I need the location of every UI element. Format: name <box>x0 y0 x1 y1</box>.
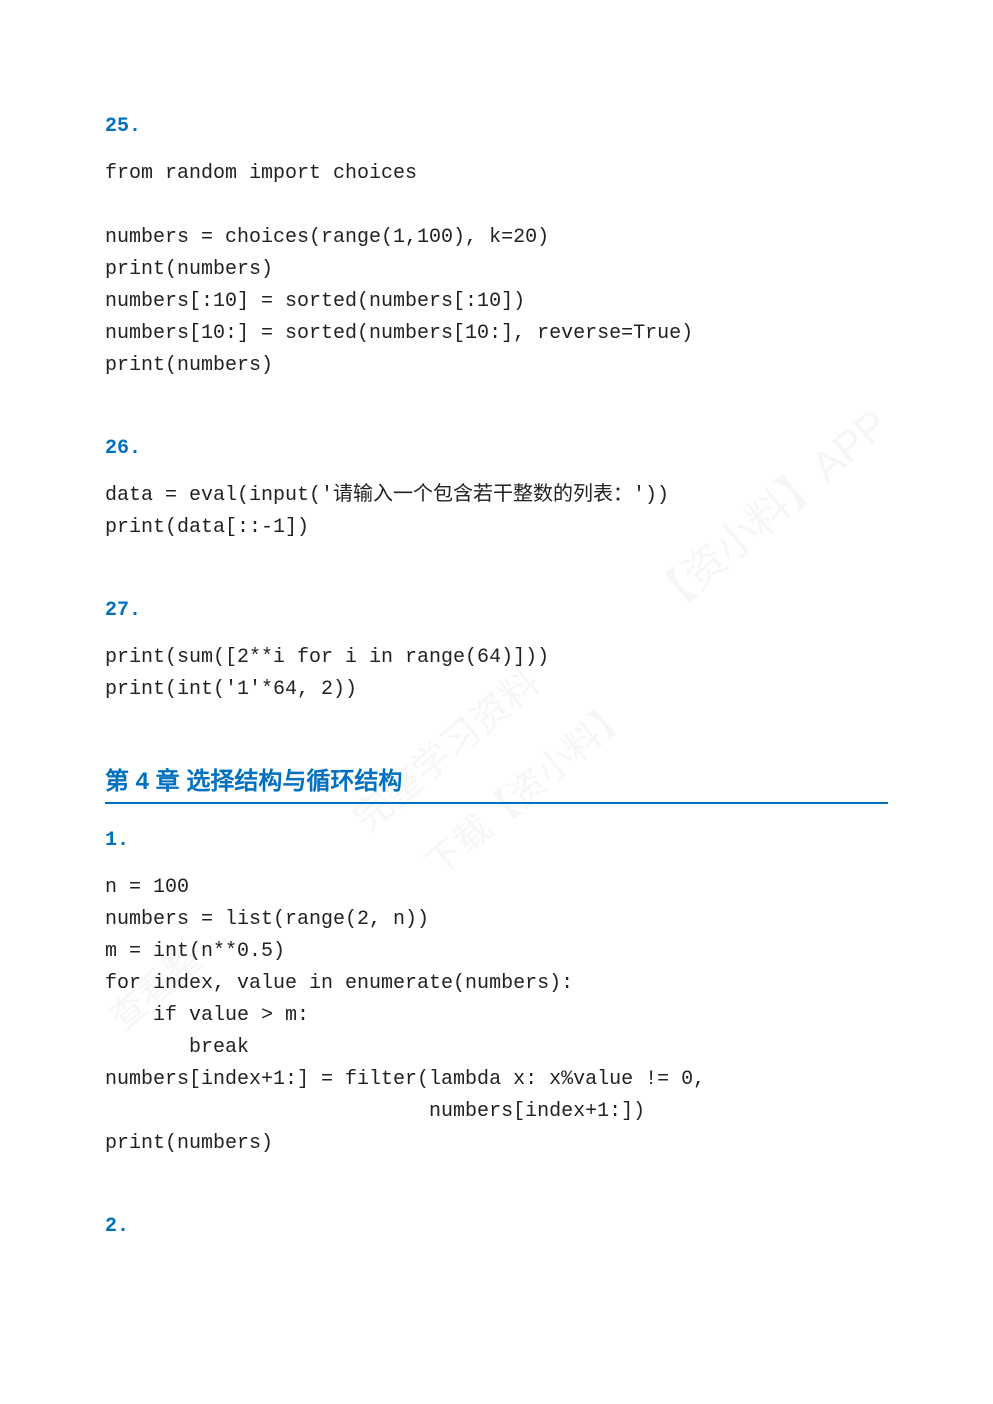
chapter-heading: 第 4 章 选择结构与循环结构 <box>105 761 888 804</box>
code-block-26: data = eval(input('请输入一个包含若干整数的列表：')) pr… <box>105 480 888 544</box>
code-block-1: n = 100 numbers = list(range(2, n)) m = … <box>105 872 888 1160</box>
section-heading-2: 2. <box>105 1215 888 1238</box>
code-block-27: print(sum([2**i for i in range(64)])) pr… <box>105 642 888 706</box>
code-block-25: from random import choices numbers = cho… <box>105 158 888 382</box>
section-heading-26: 26. <box>105 437 888 460</box>
document-content: 25. from random import choices numbers =… <box>0 0 993 1308</box>
section-heading-1: 1. <box>105 829 888 852</box>
section-heading-27: 27. <box>105 599 888 622</box>
section-heading-25: 25. <box>105 115 888 138</box>
